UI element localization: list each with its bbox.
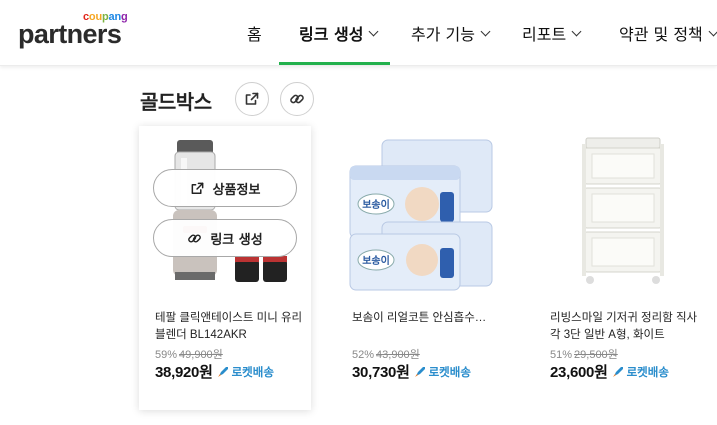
- rocket-delivery-label: 로켓배송: [231, 364, 274, 379]
- price-row: 38,920원 로켓배송: [155, 361, 274, 382]
- rocket-delivery-badge: 로켓배송: [611, 364, 669, 380]
- original-price: 29,500원: [574, 349, 618, 361]
- sale-price: 23,600원: [550, 364, 608, 381]
- chevron-down-icon: [571, 26, 582, 36]
- rocket-delivery-label: 로켓배송: [428, 364, 471, 379]
- rocket-icon: [217, 366, 228, 377]
- external-link-icon: [245, 92, 259, 105]
- logo-partners-text: partners: [18, 19, 122, 49]
- top-header: coupang partners 홈 링크 생성 추가 기능 리포트 약관 및 …: [0, 0, 717, 66]
- rocket-delivery-badge: 로켓배송: [216, 364, 274, 380]
- coupang-partners-logo[interactable]: coupang partners: [18, 10, 138, 50]
- original-price: 49,900원: [179, 349, 223, 361]
- price-row: 30,730원 로켓배송: [352, 361, 471, 382]
- product-card[interactable]: 보송이 보송이 보솜이 리얼코튼 안심흡수… 52% 43,900원 30,730…: [336, 126, 508, 410]
- blender-product-image: [173, 140, 287, 282]
- chevron-down-icon: [480, 26, 491, 36]
- sale-price: 30,730원: [352, 364, 410, 381]
- rocket-icon: [414, 366, 425, 377]
- svg-text:보송이: 보송이: [362, 254, 390, 267]
- storage-cart-product-image: [582, 137, 664, 284]
- product-discount: 52% 43,900원: [352, 346, 420, 362]
- discount-rate: 51%: [550, 349, 573, 361]
- nav-item-label: 홈: [247, 25, 262, 44]
- original-price: 43,900원: [376, 349, 420, 361]
- product-discount: 59% 49,900원: [155, 346, 223, 362]
- nav-item-extra-features[interactable]: 추가 기능: [411, 22, 491, 44]
- link-icon: [290, 94, 304, 104]
- nav-item-report[interactable]: 리포트: [522, 22, 582, 44]
- diaper-pack-product-image: 보송이 보송이: [349, 139, 493, 291]
- product-discount: 51% 29,500원: [550, 346, 618, 362]
- rocket-delivery-label: 로켓배송: [626, 364, 669, 379]
- copy-link-button[interactable]: [280, 82, 314, 116]
- chevron-down-icon: [708, 26, 717, 36]
- product-name[interactable]: 리빙스마일 기저귀 정리함 직사각 3단 일반 A형, 화이트: [550, 310, 700, 344]
- nav-item-create-link[interactable]: 링크 생성: [299, 22, 379, 44]
- external-link-icon: [191, 182, 203, 194]
- active-nav-underline: [279, 62, 390, 65]
- page-title: 골드박스: [140, 90, 212, 114]
- nav-item-label: 링크 생성: [299, 25, 364, 44]
- nav-item-home[interactable]: 홈: [247, 22, 262, 44]
- link-icon: [188, 233, 202, 243]
- discount-rate: 59%: [155, 349, 178, 361]
- product-card[interactable]: 리빙스마일 기저귀 정리함 직사각 3단 일반 A형, 화이트 51% 29,50…: [534, 126, 706, 410]
- nav-item-label: 리포트: [522, 25, 567, 44]
- product-info-button[interactable]: 상품정보: [153, 169, 297, 207]
- nav-item-label: 약관 및 정책: [619, 25, 703, 44]
- product-name[interactable]: 보솜이 리얼코튼 안심흡수…: [352, 310, 502, 327]
- create-link-button[interactable]: 링크 생성: [153, 219, 297, 257]
- product-info-label: 상품정보: [212, 182, 261, 198]
- rocket-delivery-badge: 로켓배송: [413, 364, 471, 380]
- chevron-down-icon: [369, 26, 379, 36]
- price-row: 23,600원 로켓배송: [550, 361, 669, 382]
- product-name[interactable]: 테팔 클릭앤테이스트 미니 유리블렌더 BL142AKR: [155, 310, 305, 344]
- open-external-button[interactable]: [235, 82, 269, 116]
- nav-item-label: 추가 기능: [411, 25, 475, 44]
- sale-price: 38,920원: [155, 364, 213, 381]
- rocket-icon: [612, 366, 623, 377]
- svg-text:보송이: 보송이: [362, 198, 390, 211]
- nav-item-terms-policy[interactable]: 약관 및 정책: [619, 22, 717, 44]
- discount-rate: 52%: [352, 349, 375, 361]
- create-link-label: 링크 생성: [210, 232, 263, 248]
